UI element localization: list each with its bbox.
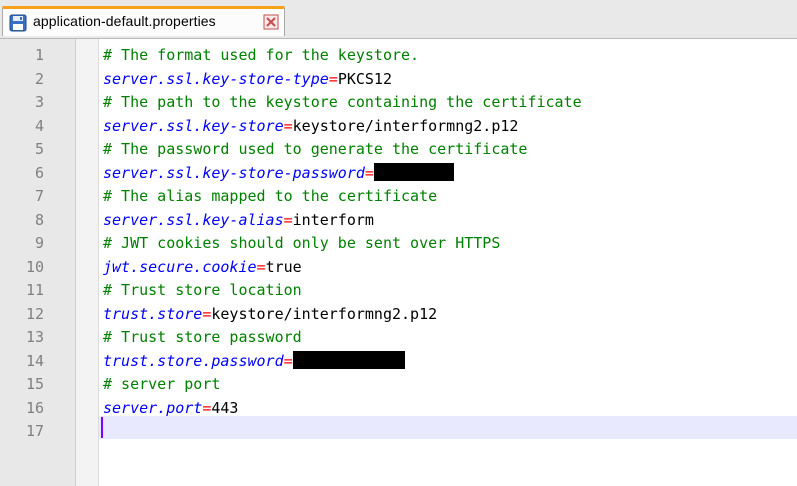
property-key: server.port [103, 398, 203, 417]
redacted-value [373, 162, 454, 181]
code-line[interactable]: # Trust store location [103, 279, 302, 303]
comment-text: # Trust store password [103, 328, 302, 346]
assignment-operator: = [364, 163, 374, 182]
line-number: 13 [25, 328, 44, 346]
line-number: 17 [25, 422, 44, 440]
assignment-operator: = [256, 257, 266, 276]
code-line[interactable]: server.ssl.key-store-password= [103, 162, 454, 186]
fold-margin [76, 39, 99, 486]
property-key: jwt.secure.cookie [103, 257, 257, 276]
line-number: 3 [34, 93, 44, 111]
line-number: 5 [34, 140, 44, 158]
property-key: server.ssl.key-store-password [103, 163, 365, 182]
redacted-value [292, 350, 405, 369]
line-number: 8 [34, 210, 44, 229]
line-number: 4 [34, 116, 44, 135]
tab-title: application-default.properties [33, 13, 216, 29]
line-number: 6 [34, 163, 44, 182]
property-value: keystore/interformng2.p12 [211, 304, 438, 323]
line-number: 1 [34, 46, 44, 64]
line-number: 7 [34, 187, 44, 205]
code-line[interactable]: # The path to the keystore containing th… [103, 91, 582, 115]
code-line[interactable]: # The alias mapped to the certificate [103, 185, 437, 209]
property-value: 443 [211, 398, 239, 417]
tab-bar: application-default.properties [0, 0, 797, 39]
code-line[interactable]: trust.store.password= [103, 350, 405, 374]
property-value: keystore/interformng2.p12 [292, 116, 519, 135]
code-line[interactable]: jwt.secure.cookie=true [103, 256, 302, 280]
editor-area[interactable]: 1 # The format used for the keystore. 2 ser… [0, 39, 797, 486]
assignment-operator: = [283, 116, 293, 135]
line-number: 12 [25, 304, 44, 323]
property-value: true [265, 257, 302, 276]
assignment-operator: = [283, 351, 293, 370]
close-icon[interactable] [263, 14, 279, 30]
line-number: 15 [25, 375, 44, 393]
code-line[interactable]: # JWT cookies should only be sent over H… [103, 232, 500, 256]
comment-text: # JWT cookies should only be sent over H… [103, 234, 501, 252]
comment-text: # The path to the keystore containing th… [103, 93, 582, 111]
line-number: 11 [25, 281, 44, 299]
line-number: 9 [34, 234, 44, 252]
property-key: server.ssl.key-store-type [103, 69, 329, 88]
assignment-operator: = [328, 69, 338, 88]
code-line[interactable]: # The password used to generate the cert… [103, 138, 527, 162]
code-line[interactable]: server.ssl.key-store=keystore/interformn… [103, 115, 518, 139]
assignment-operator: = [283, 210, 293, 229]
code-line[interactable]: # Trust store password [103, 326, 302, 350]
line-number: 2 [34, 69, 44, 88]
comment-text: # The alias mapped to the certificate [103, 187, 438, 205]
comment-text: # server port [103, 375, 221, 393]
line-number: 14 [25, 351, 44, 370]
code-line[interactable]: server.port=443 [103, 397, 238, 421]
code-line[interactable]: # The format used for the keystore. [103, 44, 419, 68]
comment-text: # Trust store location [103, 281, 302, 299]
property-value: interform [292, 210, 374, 229]
line-number: 10 [25, 257, 44, 276]
code-line[interactable]: # server port [103, 373, 220, 397]
file-tab[interactable]: application-default.properties [2, 6, 285, 36]
code-line[interactable]: trust.store=keystore/interformng2.p12 [103, 303, 437, 327]
code-line[interactable]: server.ssl.key-alias=interform [103, 209, 374, 233]
property-key: server.ssl.key-store [103, 116, 284, 135]
property-key: trust.store [103, 304, 203, 323]
code-line[interactable]: server.ssl.key-store-type=PKCS12 [103, 68, 392, 92]
text-caret [101, 417, 103, 438]
save-disk-icon [9, 14, 27, 32]
property-value: PKCS12 [337, 69, 392, 88]
comment-text: # The format used for the keystore. [103, 46, 420, 64]
line-number: 16 [25, 398, 44, 417]
property-key: server.ssl.key-alias [103, 210, 284, 229]
property-key: trust.store.password [103, 351, 284, 370]
comment-text: # The password used to generate the cert… [103, 140, 528, 158]
